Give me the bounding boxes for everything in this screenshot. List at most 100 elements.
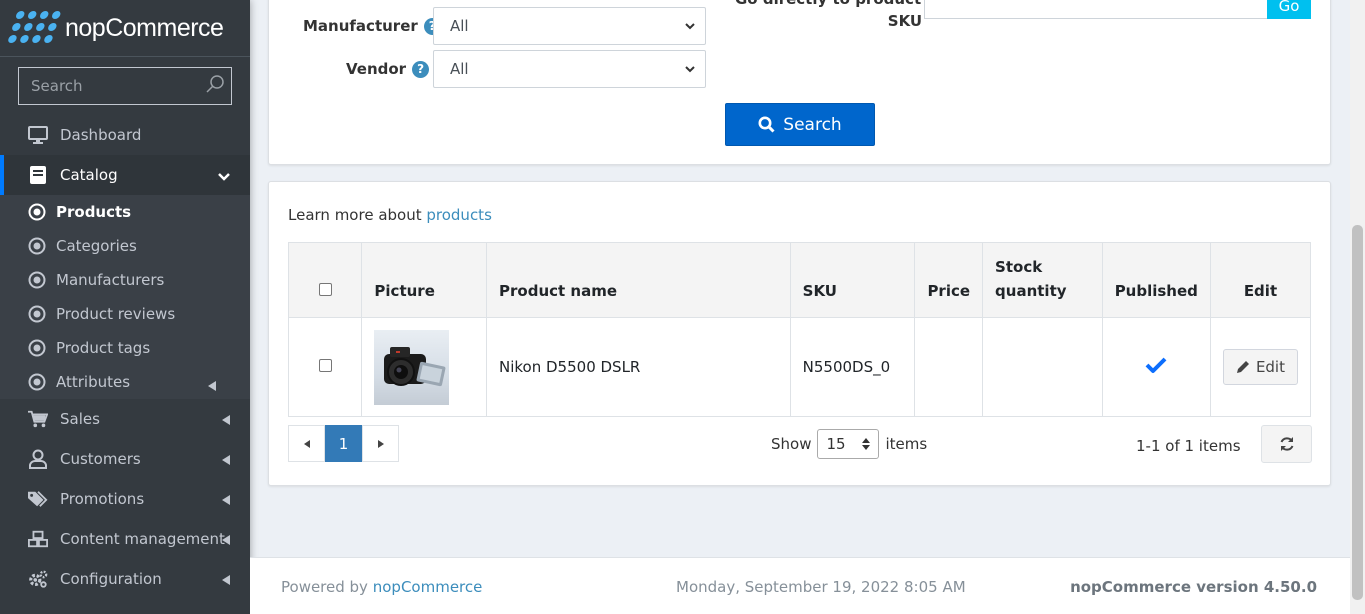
footer-powered-by: Powered by nopCommerce bbox=[281, 578, 482, 596]
sidebar-item-catalog[interactable]: Catalog bbox=[0, 155, 250, 195]
sidebar-item-label: Configuration bbox=[60, 570, 162, 588]
edit-button-label: Edit bbox=[1255, 358, 1285, 376]
sidebar-subitem-product-reviews[interactable]: Product reviews bbox=[0, 297, 250, 331]
cubes-icon bbox=[28, 529, 48, 549]
sidebar: nopCommerce Dashboard Catalog Products bbox=[0, 0, 250, 614]
sidebar-item-label: Sales bbox=[60, 410, 100, 428]
refresh-button[interactable] bbox=[1261, 425, 1312, 463]
chevron-left-icon bbox=[222, 571, 230, 589]
row-select-cell bbox=[287, 317, 363, 417]
sku-cell: N5500DS_0 bbox=[789, 317, 916, 417]
footer-version: nopCommerce version 4.50.0 bbox=[1070, 578, 1317, 596]
monitor-icon bbox=[28, 125, 48, 145]
picture-cell bbox=[361, 317, 488, 417]
manufacturer-select[interactable]: All bbox=[433, 7, 706, 45]
logo-text: nopCommerce bbox=[65, 13, 224, 42]
column-header-product-name[interactable]: Product name bbox=[486, 242, 791, 318]
page-size-value: 15 bbox=[826, 435, 846, 453]
prev-page-button[interactable] bbox=[288, 425, 325, 462]
pencil-icon bbox=[1236, 361, 1249, 373]
vendor-select[interactable]: All bbox=[433, 50, 706, 88]
learn-more-link[interactable]: products bbox=[426, 206, 492, 224]
user-icon bbox=[28, 449, 48, 469]
sidebar-item-promotions[interactable]: Promotions bbox=[0, 479, 250, 519]
manufacturer-label: Manufacturer ? bbox=[303, 17, 441, 35]
table-row: Nikon D5500 DSLR N5500DS_0 Edit bbox=[287, 317, 1312, 417]
logo-mark bbox=[6, 11, 62, 45]
sidebar-nav: Dashboard Catalog Products Categories Ma… bbox=[0, 115, 250, 599]
dot-circle-icon bbox=[28, 237, 46, 255]
logo[interactable]: nopCommerce bbox=[0, 0, 250, 57]
product-thumbnail[interactable] bbox=[374, 329, 450, 405]
chevron-down-icon bbox=[685, 22, 695, 29]
select-all-header bbox=[287, 242, 363, 318]
sidebar-subitem-label: Product reviews bbox=[56, 305, 176, 323]
products-grid-panel: Learn more about products Picture Produc… bbox=[268, 181, 1331, 486]
sidebar-item-label: Catalog bbox=[60, 166, 118, 184]
sidebar-item-label: Promotions bbox=[60, 490, 145, 508]
go-sku-label-line1: Go directly to product bbox=[735, 0, 921, 9]
edit-cell: Edit bbox=[1209, 317, 1312, 417]
sidebar-subitem-label: Categories bbox=[56, 237, 137, 255]
caret-right-icon bbox=[377, 439, 384, 448]
column-header-picture[interactable]: Picture bbox=[361, 242, 488, 318]
dot-circle-icon bbox=[28, 305, 46, 323]
column-header-stock-quantity[interactable]: Stock quantity bbox=[982, 242, 1103, 318]
sidebar-subitem-manufacturers[interactable]: Manufacturers bbox=[0, 263, 250, 297]
column-header-published[interactable]: Published bbox=[1101, 242, 1211, 318]
column-header-edit: Edit bbox=[1209, 242, 1312, 318]
pagination: 1 bbox=[288, 425, 399, 462]
sidebar-subitem-attributes[interactable]: Attributes bbox=[0, 365, 250, 399]
sidebar-subitem-label: Attributes bbox=[56, 373, 131, 391]
next-page-button[interactable] bbox=[362, 425, 399, 462]
edit-button[interactable]: Edit bbox=[1222, 349, 1298, 385]
learn-more: Learn more about products bbox=[288, 206, 492, 224]
help-icon[interactable]: ? bbox=[412, 60, 430, 78]
column-header-sku[interactable]: SKU bbox=[789, 242, 916, 318]
sidebar-item-customers[interactable]: Customers bbox=[0, 439, 250, 479]
page-scrollbar[interactable] bbox=[1350, 0, 1365, 614]
checkmark-icon bbox=[1145, 357, 1167, 373]
refresh-icon bbox=[1280, 437, 1293, 451]
search-button[interactable]: Search bbox=[725, 103, 875, 146]
column-header-price[interactable]: Price bbox=[914, 242, 984, 318]
sidebar-item-label: Dashboard bbox=[60, 126, 142, 144]
page-size-select[interactable]: 15 bbox=[817, 429, 880, 459]
tags-icon bbox=[28, 489, 48, 509]
select-all-checkbox[interactable] bbox=[318, 283, 332, 296]
chevron-down-icon bbox=[218, 167, 230, 185]
sidebar-subitem-products[interactable]: Products bbox=[0, 195, 250, 229]
sidebar-item-configuration[interactable]: Configuration bbox=[0, 559, 250, 599]
gears-icon bbox=[28, 569, 48, 589]
sidebar-search-input[interactable] bbox=[31, 77, 191, 95]
footer-nopcommerce-link[interactable]: nopCommerce bbox=[373, 578, 483, 596]
chevron-left-icon bbox=[222, 491, 230, 509]
price-cell bbox=[914, 317, 984, 417]
learn-more-text: Learn more about bbox=[288, 206, 422, 224]
footer-datetime: Monday, September 19, 2022 8:05 AM bbox=[676, 578, 966, 596]
sidebar-item-dashboard[interactable]: Dashboard bbox=[0, 115, 250, 155]
page-button-current[interactable]: 1 bbox=[325, 425, 362, 462]
dot-circle-icon bbox=[28, 339, 46, 357]
sidebar-subitem-product-tags[interactable]: Product tags bbox=[0, 331, 250, 365]
caret-left-icon bbox=[303, 439, 310, 448]
sidebar-search bbox=[18, 67, 232, 105]
go-sku-input[interactable] bbox=[924, 0, 1269, 19]
sidebar-subitem-categories[interactable]: Categories bbox=[0, 229, 250, 263]
row-checkbox[interactable] bbox=[318, 359, 332, 372]
column-header-stock-line2: quantity bbox=[995, 282, 1067, 300]
chevron-left-icon bbox=[222, 531, 230, 549]
footer-powered-prefix: Powered by bbox=[281, 578, 368, 596]
search-icon bbox=[758, 116, 775, 133]
go-button[interactable]: Go bbox=[1267, 0, 1311, 19]
column-header-stock-line1: Stock bbox=[995, 258, 1043, 276]
sidebar-subitem-label: Manufacturers bbox=[56, 271, 165, 289]
scrollbar-thumb[interactable] bbox=[1352, 225, 1363, 600]
vendor-label-text: Vendor bbox=[346, 60, 407, 78]
search-panel: Manufacturer ? All Vendor ? All Go direc… bbox=[268, 0, 1331, 165]
search-icon[interactable] bbox=[205, 74, 225, 98]
sidebar-item-sales[interactable]: Sales bbox=[0, 399, 250, 439]
sidebar-item-content-management[interactable]: Content management bbox=[0, 519, 250, 559]
sidebar-item-label: Content management bbox=[60, 530, 225, 548]
published-cell bbox=[1101, 317, 1211, 417]
